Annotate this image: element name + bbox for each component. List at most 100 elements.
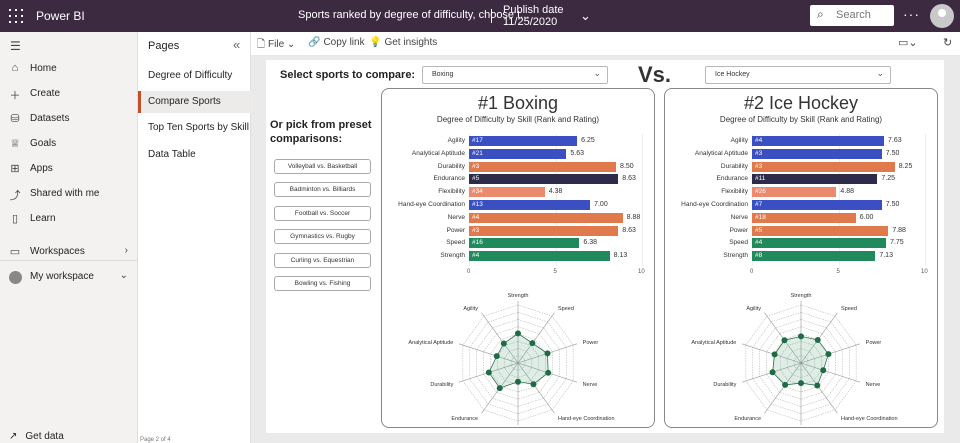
- select-sports-label: Select sports to compare:: [280, 69, 416, 81]
- nav-item-datasets[interactable]: ⛁ Datasets: [0, 109, 138, 129]
- bar[interactable]: #16: [469, 238, 580, 249]
- bar[interactable]: #34: [469, 187, 545, 198]
- page-tab-label: Compare Sports: [148, 96, 221, 107]
- bar[interactable]: #3: [752, 148, 882, 159]
- radar-point[interactable]: [798, 380, 804, 387]
- nav-item-goals[interactable]: ♕ Goals: [0, 134, 138, 154]
- bar[interactable]: #3: [752, 161, 895, 172]
- bar[interactable]: #11: [752, 174, 878, 185]
- book-icon: ▯: [11, 213, 19, 225]
- app-launcher-icon[interactable]: [9, 9, 23, 23]
- bar[interactable]: #18: [752, 212, 856, 223]
- radar-chart: Strength Speed Power Nerve Hand-eye Coordina…: [691, 293, 898, 425]
- sport2-dropdown[interactable]: Ice Hockey ⌄: [705, 66, 891, 84]
- radar-point[interactable]: [781, 337, 788, 344]
- radar-point[interactable]: [782, 381, 789, 388]
- radar-point[interactable]: [769, 369, 776, 376]
- radar-point[interactable]: [485, 369, 492, 376]
- nav-label: Workspaces: [30, 246, 85, 257]
- preset-button[interactable]: Badminton vs. Billiards: [274, 182, 371, 197]
- radar-point[interactable]: [814, 336, 821, 343]
- category-label: Endurance: [716, 175, 748, 183]
- get-insights-button[interactable]: 💡 Get insights: [369, 37, 437, 48]
- nav-item-apps[interactable]: ⊞ Apps: [0, 159, 138, 179]
- category-label: Endurance: [433, 175, 465, 183]
- radar-point[interactable]: [493, 353, 500, 360]
- radar-point[interactable]: [825, 351, 832, 358]
- radar-point[interactable]: [544, 350, 551, 357]
- get-data-button[interactable]: ↗ Get data: [9, 431, 64, 442]
- radar-point[interactable]: [529, 340, 536, 347]
- nav-label: Apps: [30, 163, 53, 174]
- bar[interactable]: #21: [469, 148, 567, 159]
- page-tab-degree-of-difficulty[interactable]: Degree of Difficulty: [138, 65, 251, 87]
- hamburger-menu-icon[interactable]: ☰: [10, 39, 21, 53]
- chevron-down-icon[interactable]: ⌄: [580, 8, 591, 24]
- sport1-dropdown[interactable]: Boxing ⌄: [422, 66, 608, 84]
- radar-point[interactable]: [500, 340, 507, 347]
- radar-point[interactable]: [496, 385, 503, 392]
- view-icon[interactable]: ▭⌄: [898, 36, 918, 49]
- nav-item-shared[interactable]: ⤴ Shared with me: [0, 184, 138, 204]
- preset-button[interactable]: Football vs. Soccer: [274, 206, 371, 221]
- category-label: Power: [446, 226, 465, 234]
- category-label: Flexibility: [721, 188, 748, 196]
- rank-label: #3: [472, 162, 480, 170]
- bar[interactable]: #4: [469, 212, 623, 223]
- radar-axis-label: Nerve: [583, 382, 598, 388]
- user-avatar[interactable]: [930, 4, 954, 28]
- nav-item-my-workspace[interactable]: My workspace ⌄: [0, 267, 138, 287]
- radar-point[interactable]: [545, 369, 552, 376]
- category-label: Analytical Aptitude: [411, 149, 465, 157]
- bar[interactable]: #17: [469, 136, 578, 146]
- refresh-icon[interactable]: ↻: [943, 36, 952, 49]
- app-name[interactable]: Power BI: [36, 9, 85, 23]
- category-label: Speed: [446, 239, 465, 247]
- bar[interactable]: #8: [752, 251, 876, 262]
- bar[interactable]: #7: [752, 200, 882, 210]
- plus-icon: ＋: [9, 90, 21, 102]
- bar[interactable]: #3: [469, 225, 619, 236]
- nav-item-create[interactable]: ＋ Create: [0, 84, 138, 104]
- page-tab-data-table[interactable]: Data Table: [138, 144, 251, 166]
- bar[interactable]: #26: [752, 187, 837, 198]
- copy-link-button[interactable]: 🔗 Copy link: [308, 37, 365, 48]
- page-tab-top-ten[interactable]: Top Ten Sports by Skill ...: [138, 117, 260, 139]
- preset-button[interactable]: Volleyball vs. Basketball: [274, 159, 371, 174]
- radar-point[interactable]: [814, 382, 821, 389]
- card-title: #1 Boxing: [477, 93, 559, 113]
- file-icon: 🗋: [257, 39, 266, 50]
- page-tab-compare-sports[interactable]: Compare Sports: [138, 91, 251, 113]
- more-options-icon[interactable]: ···: [903, 6, 920, 22]
- sport-card-1: #1 Boxing Degree of Difficulty by Skill …: [381, 88, 655, 428]
- bar[interactable]: #5: [752, 225, 889, 236]
- nav-item-learn[interactable]: ▯ Learn: [0, 209, 138, 229]
- bar[interactable]: #3: [469, 161, 617, 172]
- radar-point[interactable]: [515, 330, 521, 337]
- search-input[interactable]: ⌕ Search: [810, 5, 894, 26]
- bar[interactable]: #13: [469, 200, 591, 210]
- value-label: 8.63: [622, 226, 636, 234]
- category-label: Strength: [440, 252, 465, 260]
- dropdown-value: Boxing: [432, 71, 454, 78]
- nav-item-home[interactable]: ⌂ Home: [0, 59, 138, 79]
- preset-button[interactable]: Bowling vs. Fishing: [274, 276, 371, 291]
- preset-button[interactable]: Gymnastics vs. Rugby: [274, 229, 371, 244]
- bar[interactable]: #4: [469, 251, 610, 262]
- radar-point[interactable]: [515, 378, 521, 385]
- radar-point[interactable]: [530, 381, 537, 388]
- radar-point[interactable]: [771, 351, 778, 358]
- radar-axis-label: Hand-eye Coordination: [841, 416, 898, 422]
- bar[interactable]: #4: [752, 136, 884, 146]
- nav-item-workspaces[interactable]: ▭ Workspaces ›: [0, 242, 138, 262]
- bar[interactable]: #4: [752, 238, 887, 249]
- rank-label: #13: [472, 201, 483, 208]
- radar-point[interactable]: [820, 367, 827, 374]
- radar-point[interactable]: [798, 333, 804, 340]
- collapse-panel-icon[interactable]: «: [233, 37, 240, 52]
- x-tick-label: 0: [750, 269, 754, 275]
- bar[interactable]: #5: [469, 174, 619, 185]
- radar-axis-label: Endurance: [734, 416, 761, 422]
- preset-button[interactable]: Curling vs. Equestrian: [274, 253, 371, 268]
- file-menu[interactable]: 🗋 File ⌄: [257, 37, 295, 54]
